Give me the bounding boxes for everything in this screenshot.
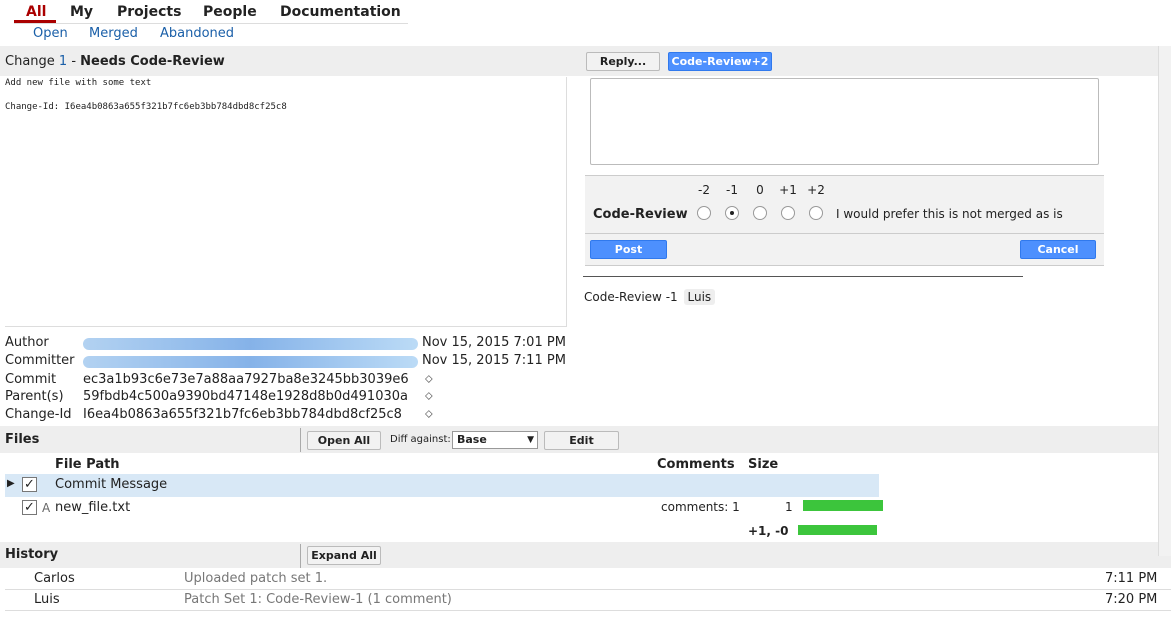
panel-divider <box>583 276 1023 277</box>
diff-against-select[interactable]: Base ▼ <box>452 431 538 449</box>
subtab-merged[interactable]: Merged <box>89 26 138 41</box>
score-label-minus2: -2 <box>698 183 710 197</box>
radio-plus1[interactable] <box>781 206 795 220</box>
open-all-button[interactable]: Open All <box>307 431 381 450</box>
tab-projects[interactable]: Projects <box>117 4 181 20</box>
file-row[interactable]: ✓ A new_file.txt comments: 1 1 <box>5 497 883 520</box>
file-size: 1 <box>785 500 793 514</box>
changeid-label: Change-Id <box>5 407 72 422</box>
change-title: Change 1 - Needs Code-Review <box>5 54 225 69</box>
tab-all[interactable]: All <box>26 4 46 20</box>
history-header-divider <box>300 544 301 568</box>
file-path-link[interactable]: new_file.txt <box>55 500 130 515</box>
col-size[interactable]: Size <box>748 457 778 472</box>
author-date: Nov 15, 2015 7:01 PM <box>422 335 566 350</box>
committer-redacted <box>83 356 418 368</box>
total-size-bar <box>798 525 877 535</box>
history-header <box>0 542 1171 568</box>
summary-label: Code-Review <box>584 290 662 304</box>
post-button[interactable]: Post <box>590 240 667 259</box>
commit-label: Commit <box>5 372 57 387</box>
subtab-abandoned[interactable]: Abandoned <box>160 26 234 41</box>
code-review-plus2-button[interactable]: Code-Review+2 <box>668 52 772 71</box>
change-number[interactable]: 1 <box>59 54 67 69</box>
commit-hash: ec3a1b93c6e73e7a88aa7927ba8e3245bb3039e6 <box>83 372 409 387</box>
cancel-button[interactable]: Cancel <box>1020 240 1096 259</box>
files-header-divider <box>300 428 301 452</box>
reviewed-checkbox[interactable]: ✓ <box>22 500 37 515</box>
col-comments[interactable]: Comments <box>657 457 735 472</box>
radio-minus2[interactable] <box>697 206 711 220</box>
tab-documentation[interactable]: Documentation <box>280 4 401 20</box>
diff-against-label: Diff against: <box>390 434 451 445</box>
review-separator <box>585 233 1104 234</box>
tab-my[interactable]: My <box>70 4 93 20</box>
edit-button[interactable]: Edit <box>544 431 619 450</box>
tab-people[interactable]: People <box>203 4 257 20</box>
commit-message-changeid: Change-Id: I6ea4b0863a655f321b7fc6eb3bb7… <box>5 102 287 112</box>
files-title: Files <box>5 432 40 447</box>
change-prefix: Change <box>5 54 59 69</box>
vote-description: I would prefer this is not merged as is <box>836 207 1063 221</box>
reply-button[interactable]: Reply... <box>586 52 660 71</box>
score-label-minus1: -1 <box>726 183 738 197</box>
commit-message: Add new file with some text Change-Id: I6… <box>5 77 567 327</box>
code-review-summary: Code-Review -1 Luis <box>584 289 716 305</box>
committer-label: Committer <box>5 353 75 368</box>
committer-date: Nov 15, 2015 7:11 PM <box>422 353 566 368</box>
commit-message-subject: Add new file with some text <box>5 78 152 88</box>
summary-score: -1 <box>665 290 678 304</box>
score-label-plus1: +1 <box>779 183 797 197</box>
diff-against-value: Base <box>457 433 487 446</box>
parent-label: Parent(s) <box>5 389 64 404</box>
radio-zero[interactable] <box>753 206 767 220</box>
reviewer-chip[interactable]: Luis <box>683 289 716 305</box>
scrollbar[interactable] <box>1158 46 1171 556</box>
score-label-plus2: +2 <box>807 183 825 197</box>
history-time: 7:20 PM <box>1105 592 1158 607</box>
size-bar <box>803 500 883 511</box>
code-review-label: Code-Review <box>593 207 688 222</box>
change-separator: - <box>67 54 81 69</box>
nav-divider <box>14 23 408 24</box>
history-author: Luis <box>34 592 60 607</box>
history-row[interactable]: Carlos Uploaded patch set 1. 7:11 PM <box>5 569 1171 590</box>
reply-textarea[interactable] <box>590 78 1099 165</box>
radio-plus2[interactable] <box>809 206 823 220</box>
history-time: 7:11 PM <box>1105 571 1158 586</box>
files-total: +1, -0 <box>748 524 789 538</box>
author-redacted <box>83 338 418 350</box>
file-comments: comments: 1 <box>661 500 740 514</box>
changeid-value: I6ea4b0863a655f321b7fc6eb3bb784dbd8cf25c… <box>83 407 402 422</box>
author-label: Author <box>5 335 49 350</box>
subtab-open[interactable]: Open <box>33 26 68 41</box>
file-row[interactable]: ▶ ✓ Commit Message <box>5 474 879 497</box>
file-path-link[interactable]: Commit Message <box>55 477 167 492</box>
history-title: History <box>5 547 59 562</box>
col-file-path[interactable]: File Path <box>55 457 120 472</box>
radio-minus1[interactable] <box>725 206 739 220</box>
copy-icon[interactable]: ⬦ <box>425 407 433 421</box>
score-label-zero: 0 <box>756 183 764 197</box>
history-message: Patch Set 1: Code-Review-1 (1 comment) <box>184 592 452 607</box>
parent-hash[interactable]: 59fbdb4c500a9390bd47148e1928d8b0d491030a <box>83 389 408 404</box>
change-status: Needs Code-Review <box>80 54 225 69</box>
reviewed-checkbox[interactable]: ✓ <box>22 477 37 492</box>
copy-icon[interactable]: ⬦ <box>425 389 433 403</box>
file-status: A <box>42 501 51 515</box>
chevron-down-icon: ▼ <box>527 435 534 445</box>
history-message: Uploaded patch set 1. <box>184 571 328 586</box>
expand-all-button[interactable]: Expand All <box>307 546 381 565</box>
history-row[interactable]: Luis Patch Set 1: Code-Review-1 (1 comme… <box>5 590 1171 611</box>
history-author: Carlos <box>34 571 75 586</box>
copy-icon[interactable]: ⬦ <box>425 372 433 386</box>
expand-arrow-icon[interactable]: ▶ <box>7 478 15 489</box>
